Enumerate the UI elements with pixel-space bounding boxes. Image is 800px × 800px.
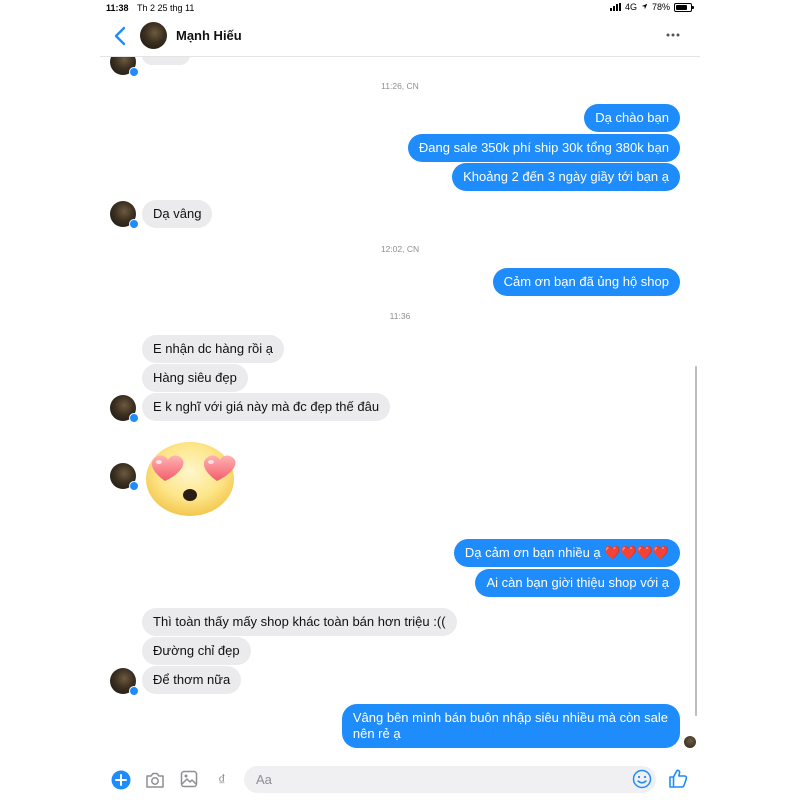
message-bubble-outgoing[interactable]: Đang sale 350k phí ship 30k tổng 380k bạ…: [407, 134, 680, 162]
messenger-screen: 11:38 Th 2 25 thg 11 4G 78% Mạnh Hiếu 11…: [100, 0, 700, 800]
message-row: Dạ cảm ơn bạn nhiều ạ ❤️❤️❤️❤️: [453, 539, 680, 567]
message-row: Dạ chào bạn: [584, 104, 680, 132]
chat-header: Mạnh Hiếu: [100, 16, 700, 57]
composer-bar: ₫ Aa: [100, 760, 700, 800]
message-bubble-incoming[interactable]: Để thơm nữa: [142, 666, 242, 694]
timestamp: 11:26, CN: [381, 81, 419, 91]
dong-icon[interactable]: ₫: [217, 770, 231, 790]
message-row: Hàng siêu đẹp: [142, 364, 248, 392]
svg-text:₫: ₫: [218, 772, 226, 789]
plus-icon[interactable]: [111, 770, 131, 790]
message-row: Đang sale 350k phí ship 30k tổng 380k bạ…: [407, 134, 680, 162]
battery-icon: [674, 2, 694, 12]
message-row: Vâng bên mình bán buôn nhập siêu nhiều m…: [341, 704, 680, 748]
status-right: 4G 78%: [609, 2, 694, 12]
message-bubble-outgoing[interactable]: Dạ cảm ơn bạn nhiều ạ ❤️❤️❤️❤️: [453, 539, 680, 567]
more-icon[interactable]: [666, 29, 680, 41]
message-input-placeholder: Aa: [256, 772, 272, 787]
timestamp: 11:36: [389, 311, 411, 321]
message-bubble-incoming[interactable]: Thì toàn thấy mấy shop khác toàn bán hơn…: [142, 608, 457, 636]
heart-eyes-emoji-icon[interactable]: [142, 436, 240, 518]
contact-avatar-small: [110, 463, 139, 491]
messenger-badge-icon: [129, 413, 139, 423]
contact-avatar-small: [110, 668, 139, 696]
contact-name[interactable]: Mạnh Hiếu: [176, 28, 242, 43]
message-row: Đường chỉ đẹp: [142, 637, 251, 665]
message-bubble-incoming[interactable]: Đường chỉ đẹp: [142, 637, 251, 665]
status-time: 11:38: [106, 3, 129, 13]
read-receipt-avatar: [684, 736, 696, 748]
status-date: Th 2 25 thg 11: [137, 3, 195, 13]
message-row: Để thơm nữa: [142, 666, 242, 694]
emoji-icon[interactable]: [632, 769, 652, 789]
messenger-badge-icon: [129, 219, 139, 229]
message-bubble-incoming[interactable]: Hàng siêu đẹp: [142, 364, 248, 392]
camera-icon[interactable]: [145, 771, 165, 789]
message-row: Thì toàn thấy mấy shop khác toàn bán hơn…: [142, 608, 457, 636]
back-chevron-icon[interactable]: [110, 25, 132, 47]
message-line: nên rẻ ạ: [352, 726, 401, 741]
message-row: Ai càn bạn giời thiệu shop với ạ: [475, 569, 680, 597]
messenger-badge-icon: [129, 67, 139, 77]
message-row: E nhận dc hàng rồi ạ: [142, 335, 284, 363]
message-list[interactable]: 11:26, CN Dạ chào bạn Đang sale 350k phí…: [100, 45, 700, 760]
message-row: Dạ vâng: [142, 200, 213, 228]
message-input[interactable]: Aa: [244, 766, 656, 793]
image-icon[interactable]: [180, 770, 198, 788]
network-label: 4G: [624, 2, 637, 12]
message-bubble-outgoing[interactable]: Ai càn bạn giời thiệu shop với ạ: [475, 569, 680, 597]
status-bar: 11:38 Th 2 25 thg 11 4G 78%: [100, 0, 700, 16]
message-bubble-outgoing[interactable]: Khoảng 2 đến 3 ngày giầy tới bạn ạ: [452, 163, 680, 191]
message-line: Vâng bên mình bán buôn nhập siêu nhiều m…: [352, 710, 668, 725]
message-row: E k nghĩ với giá này mà đc đẹp thế đâu: [142, 393, 391, 421]
battery-percent: 78%: [651, 2, 670, 12]
message-row: Cảm ơn bạn đã ủng hộ shop: [492, 268, 680, 296]
message-bubble-incoming[interactable]: Dạ vâng: [142, 200, 213, 228]
timestamp: 12:02, CN: [380, 244, 420, 254]
contact-avatar[interactable]: [140, 22, 167, 49]
message-bubble-outgoing[interactable]: Cảm ơn bạn đã ủng hộ shop: [492, 268, 680, 296]
message-bubble-incoming[interactable]: E k nghĩ với giá này mà đc đẹp thế đâu: [142, 393, 391, 421]
message-row: Khoảng 2 đến 3 ngày giầy tới bạn ạ: [452, 163, 680, 191]
contact-avatar-small: [110, 395, 139, 423]
like-icon[interactable]: [668, 768, 688, 789]
message-bubble-outgoing[interactable]: Dạ chào bạn: [584, 104, 680, 132]
scrollbar[interactable]: [695, 366, 697, 716]
signal-icon: [609, 3, 621, 11]
messenger-badge-icon: [129, 686, 139, 696]
contact-avatar-small: [110, 201, 139, 229]
messenger-badge-icon: [129, 481, 139, 491]
message-bubble-incoming[interactable]: E nhận dc hàng rồi ạ: [142, 335, 284, 363]
message-bubble-outgoing[interactable]: Vâng bên mình bán buôn nhập siêu nhiều m…: [341, 704, 680, 748]
location-icon: [641, 2, 648, 12]
